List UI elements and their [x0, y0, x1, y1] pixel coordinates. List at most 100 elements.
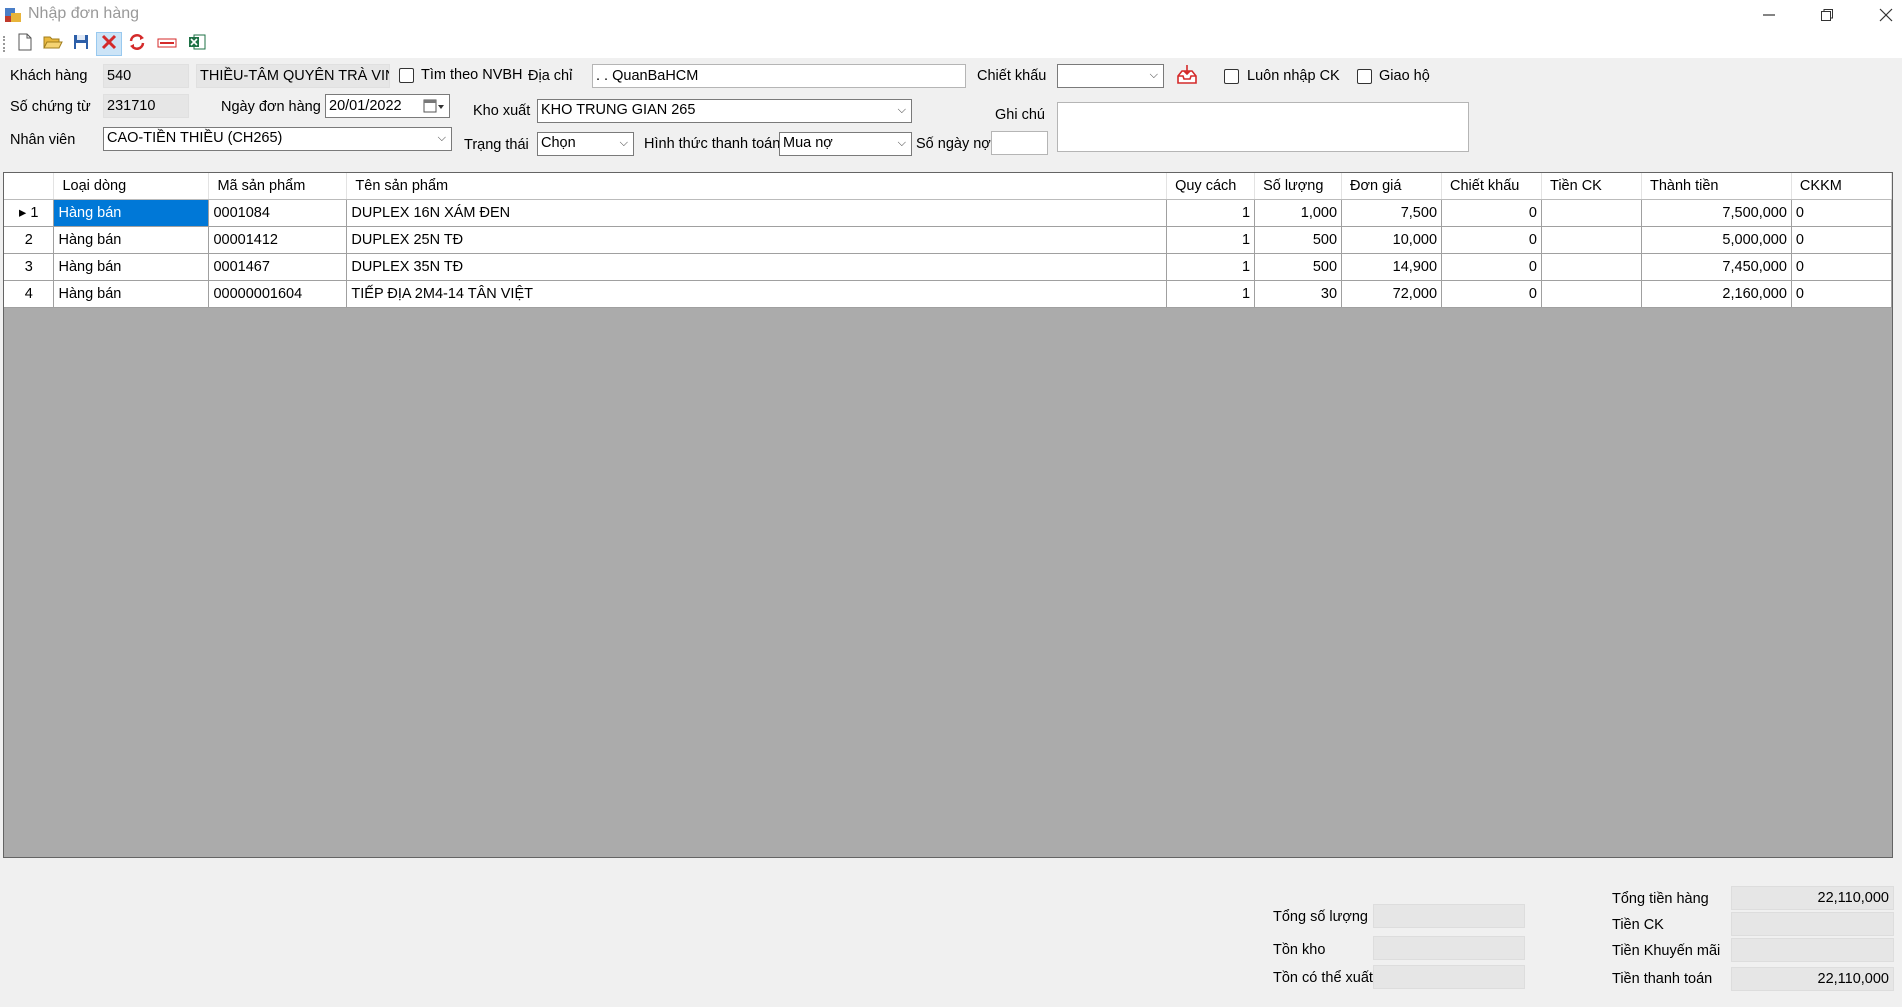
cell-ckkm[interactable]: 0 — [1791, 280, 1893, 308]
debt-days-label: Số ngày nợ — [916, 136, 991, 152]
toolbar-grip[interactable] — [3, 36, 6, 52]
cell-code[interactable]: 0001084 — [208, 199, 348, 227]
cell-name[interactable]: DUPLEX 16N XÁM ĐEN — [346, 199, 1168, 227]
cell-discount[interactable]: 0 — [1441, 226, 1542, 254]
cell-discount[interactable]: 0 — [1441, 280, 1542, 308]
cell-ck[interactable] — [1541, 226, 1642, 254]
cell-price[interactable]: 14,900 — [1341, 253, 1443, 281]
address-label: Địa chỉ — [528, 68, 573, 84]
column-header[interactable]: Quy cách — [1166, 173, 1256, 200]
order-date-picker[interactable]: 20/01/2022 — [325, 94, 450, 118]
discount-select[interactable]: ⌵ — [1057, 64, 1164, 88]
chevron-down-icon: ⌵ — [897, 137, 906, 149]
payment-method-select[interactable]: Mua nợ ⌵ — [779, 132, 912, 156]
note-field[interactable] — [1057, 102, 1469, 152]
status-select-value: Chọn — [541, 135, 576, 151]
cell-price[interactable]: 72,000 — [1341, 280, 1443, 308]
refresh-icon — [128, 33, 146, 55]
cell-type[interactable]: Hàng bán — [53, 253, 210, 281]
cell-spec[interactable]: 1 — [1166, 253, 1256, 281]
app-form-icon — [4, 6, 22, 24]
save-button[interactable] — [68, 32, 94, 56]
cell-total[interactable]: 5,000,000 — [1641, 226, 1792, 254]
cell-discount[interactable]: 0 — [1441, 199, 1542, 227]
row-header[interactable]: 3 — [4, 253, 55, 281]
table-row[interactable]: 3 Hàng bán 0001467 DUPLEX 35N TĐ 1 500 1… — [4, 253, 1893, 281]
cell-name[interactable]: DUPLEX 25N TĐ — [346, 226, 1168, 254]
column-header[interactable]: Tên sản phẩm — [346, 173, 1168, 200]
cell-ck[interactable] — [1541, 199, 1642, 227]
customer-code-field[interactable]: 540 — [103, 64, 189, 88]
cell-code[interactable]: 00000001604 — [208, 280, 348, 308]
table-row[interactable]: 4 Hàng bán 00000001604 TIẾP ĐỊA 2M4-14 T… — [4, 280, 1893, 308]
column-header[interactable]: Loại dòng — [53, 173, 210, 200]
search-nvbh-checkbox[interactable] — [399, 68, 414, 83]
cell-total[interactable]: 2,160,000 — [1641, 280, 1792, 308]
stock-field — [1373, 936, 1525, 960]
refresh-button[interactable] — [124, 32, 150, 56]
cell-type[interactable]: Hàng bán — [53, 199, 210, 227]
cell-ck[interactable] — [1541, 253, 1642, 281]
table-row[interactable]: ▸ 1 Hàng bán 0001084 DUPLEX 16N XÁM ĐEN … — [4, 199, 1893, 227]
cell-price[interactable]: 7,500 — [1341, 199, 1443, 227]
column-header[interactable]: Số lượng — [1254, 173, 1343, 200]
excel-icon — [188, 33, 206, 55]
close-window-button[interactable] — [1862, 0, 1902, 30]
import-discount-button[interactable] — [1176, 64, 1198, 86]
column-header[interactable]: Đơn giá — [1341, 173, 1443, 200]
cell-spec[interactable]: 1 — [1166, 280, 1256, 308]
cell-ckkm[interactable]: 0 — [1791, 253, 1893, 281]
cell-qty[interactable]: 30 — [1254, 280, 1343, 308]
row-header[interactable]: 2 — [4, 226, 55, 254]
always-ck-checkbox[interactable] — [1224, 69, 1239, 84]
column-header[interactable]: Mã sản phẩm — [208, 173, 348, 200]
cell-qty[interactable]: 1,000 — [1254, 199, 1343, 227]
chevron-down-icon: ⌵ — [897, 104, 906, 116]
customer-name-field[interactable]: THIỀU-TÂM QUYÊN TRÀ VINI — [196, 64, 390, 88]
cell-ck[interactable] — [1541, 280, 1642, 308]
staff-select[interactable]: CAO-TIỀN THIỀU (CH265) ⌵ — [103, 127, 452, 151]
column-header[interactable]: CKKM — [1791, 173, 1893, 200]
calendar-icon[interactable] — [423, 98, 445, 117]
open-folder-button[interactable] — [40, 32, 66, 56]
cell-price[interactable]: 10,000 — [1341, 226, 1443, 254]
chevron-down-icon: ⌵ — [1149, 69, 1158, 81]
delivery-checkbox[interactable] — [1357, 69, 1372, 84]
minimize-button[interactable] — [1745, 0, 1793, 30]
cell-discount[interactable]: 0 — [1441, 253, 1542, 281]
debt-days-field[interactable] — [991, 131, 1048, 155]
cell-type[interactable]: Hàng bán — [53, 226, 210, 254]
cell-spec[interactable]: 1 — [1166, 226, 1256, 254]
cell-ckkm[interactable]: 0 — [1791, 226, 1893, 254]
restore-button[interactable] — [1803, 0, 1851, 30]
column-header[interactable]: Tiền CK — [1541, 173, 1642, 200]
new-document-button[interactable] — [12, 32, 38, 56]
cell-code[interactable]: 00001412 — [208, 226, 348, 254]
cell-name[interactable]: TIẾP ĐỊA 2M4-14 TÂN VIỆT — [346, 280, 1168, 308]
status-select[interactable]: Chọn ⌵ — [537, 132, 634, 156]
total-goods-label: Tổng tiền hàng — [1612, 891, 1709, 907]
row-header-corner[interactable] — [4, 173, 55, 200]
address-field[interactable]: . . QuanBaHCM — [592, 64, 966, 88]
cell-name[interactable]: DUPLEX 35N TĐ — [346, 253, 1168, 281]
export-excel-button[interactable] — [184, 32, 210, 56]
cell-spec[interactable]: 1 — [1166, 199, 1256, 227]
cell-type[interactable]: Hàng bán — [53, 280, 210, 308]
order-lines-grid[interactable]: Loại dòng Mã sản phẩm Tên sản phẩm Quy c… — [3, 172, 1893, 858]
cell-code[interactable]: 0001467 — [208, 253, 348, 281]
row-header[interactable]: 4 — [4, 280, 55, 308]
voucher-field[interactable]: 231710 — [103, 94, 189, 118]
cell-qty[interactable]: 500 — [1254, 253, 1343, 281]
column-header[interactable]: Thành tiền — [1641, 173, 1792, 200]
warehouse-select[interactable]: KHO TRUNG GIAN 265 ⌵ — [537, 99, 912, 123]
cell-qty[interactable]: 500 — [1254, 226, 1343, 254]
cell-total[interactable]: 7,450,000 — [1641, 253, 1792, 281]
table-row[interactable]: 2 Hàng bán 00001412 DUPLEX 25N TĐ 1 500 … — [4, 226, 1893, 254]
delete-button[interactable] — [96, 32, 122, 56]
row-header[interactable]: ▸ 1 — [4, 199, 55, 227]
cancel-button[interactable] — [154, 32, 180, 56]
cell-total[interactable]: 7,500,000 — [1641, 199, 1792, 227]
order-date-value: 20/01/2022 — [329, 98, 402, 114]
cell-ckkm[interactable]: 0 — [1791, 199, 1893, 227]
column-header[interactable]: Chiết khấu — [1441, 173, 1542, 200]
